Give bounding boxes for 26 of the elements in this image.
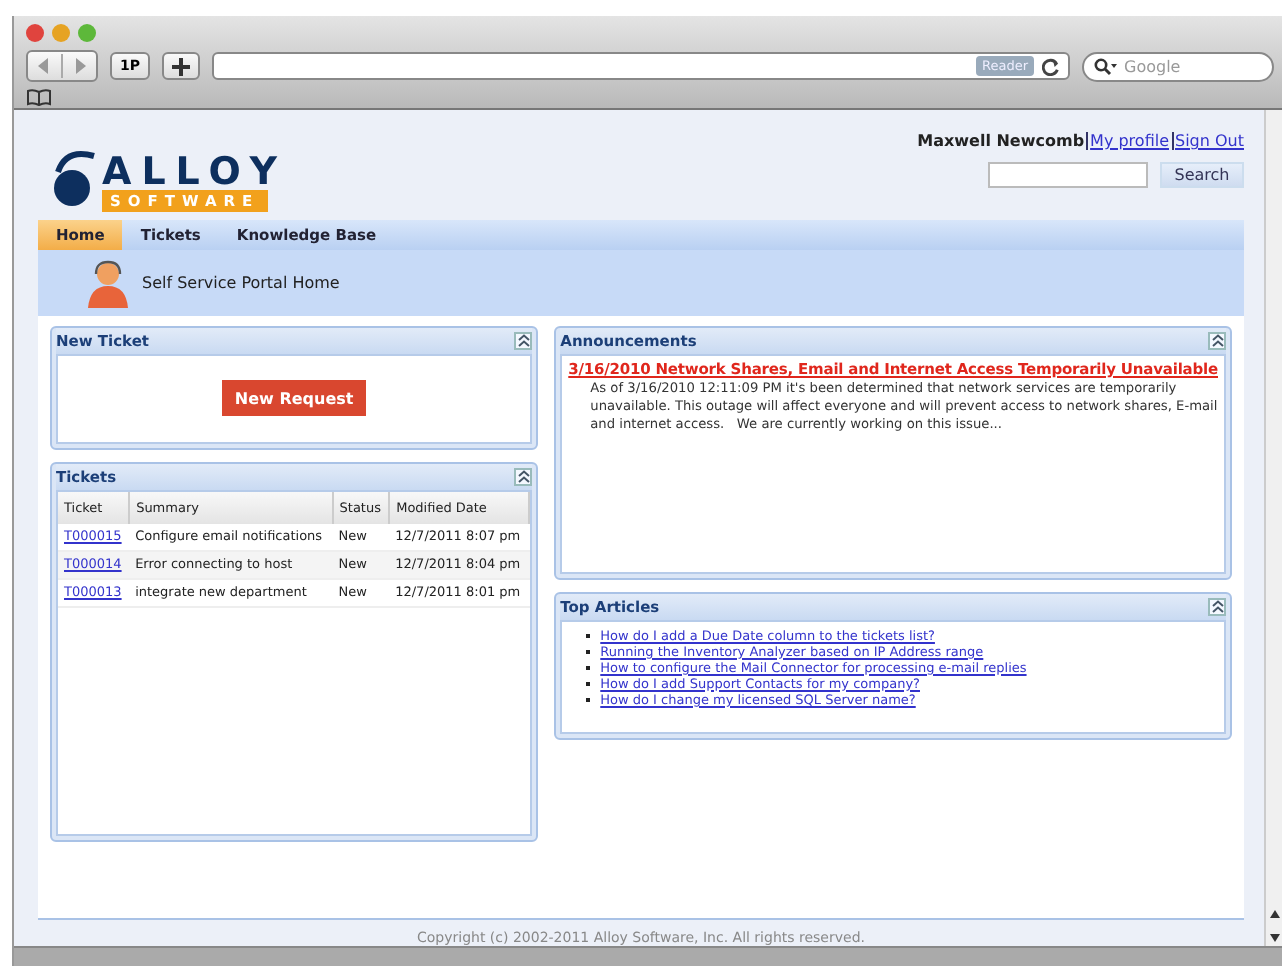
logo-text: ALLOY bbox=[102, 154, 287, 191]
page-title: Self Service Portal Home bbox=[142, 274, 340, 293]
header-link[interactable]: My profile bbox=[1090, 132, 1169, 150]
collapse-icon[interactable] bbox=[1208, 597, 1226, 616]
search-field[interactable] bbox=[988, 162, 1148, 188]
user-name: Maxwell Newcomb bbox=[917, 132, 1085, 150]
add-tab-button[interactable] bbox=[162, 52, 201, 80]
bookmarks-icon[interactable] bbox=[26, 88, 52, 106]
collapse-icon[interactable] bbox=[514, 467, 533, 486]
bullet-icon bbox=[586, 649, 591, 654]
bullet-icon bbox=[586, 633, 591, 638]
bullet-icon bbox=[586, 665, 591, 670]
back-forward-buttons[interactable] bbox=[26, 50, 98, 82]
collapse-icon[interactable] bbox=[514, 331, 533, 350]
support-agent-icon bbox=[86, 259, 130, 308]
scroll-arrows-icon[interactable] bbox=[1266, 906, 1282, 946]
collapse-icon[interactable] bbox=[1208, 331, 1226, 350]
plus-icon bbox=[172, 57, 191, 75]
header-link[interactable]: Sign Out bbox=[1175, 132, 1244, 150]
search-placeholder: Google bbox=[1124, 57, 1181, 75]
bullet-icon bbox=[586, 681, 591, 686]
search-button[interactable]: Search bbox=[1160, 162, 1244, 188]
reload-icon[interactable] bbox=[1042, 57, 1060, 75]
search-icon bbox=[1094, 57, 1118, 75]
new-request-button[interactable]: New Request bbox=[222, 380, 367, 417]
bullet-icon bbox=[586, 697, 591, 702]
